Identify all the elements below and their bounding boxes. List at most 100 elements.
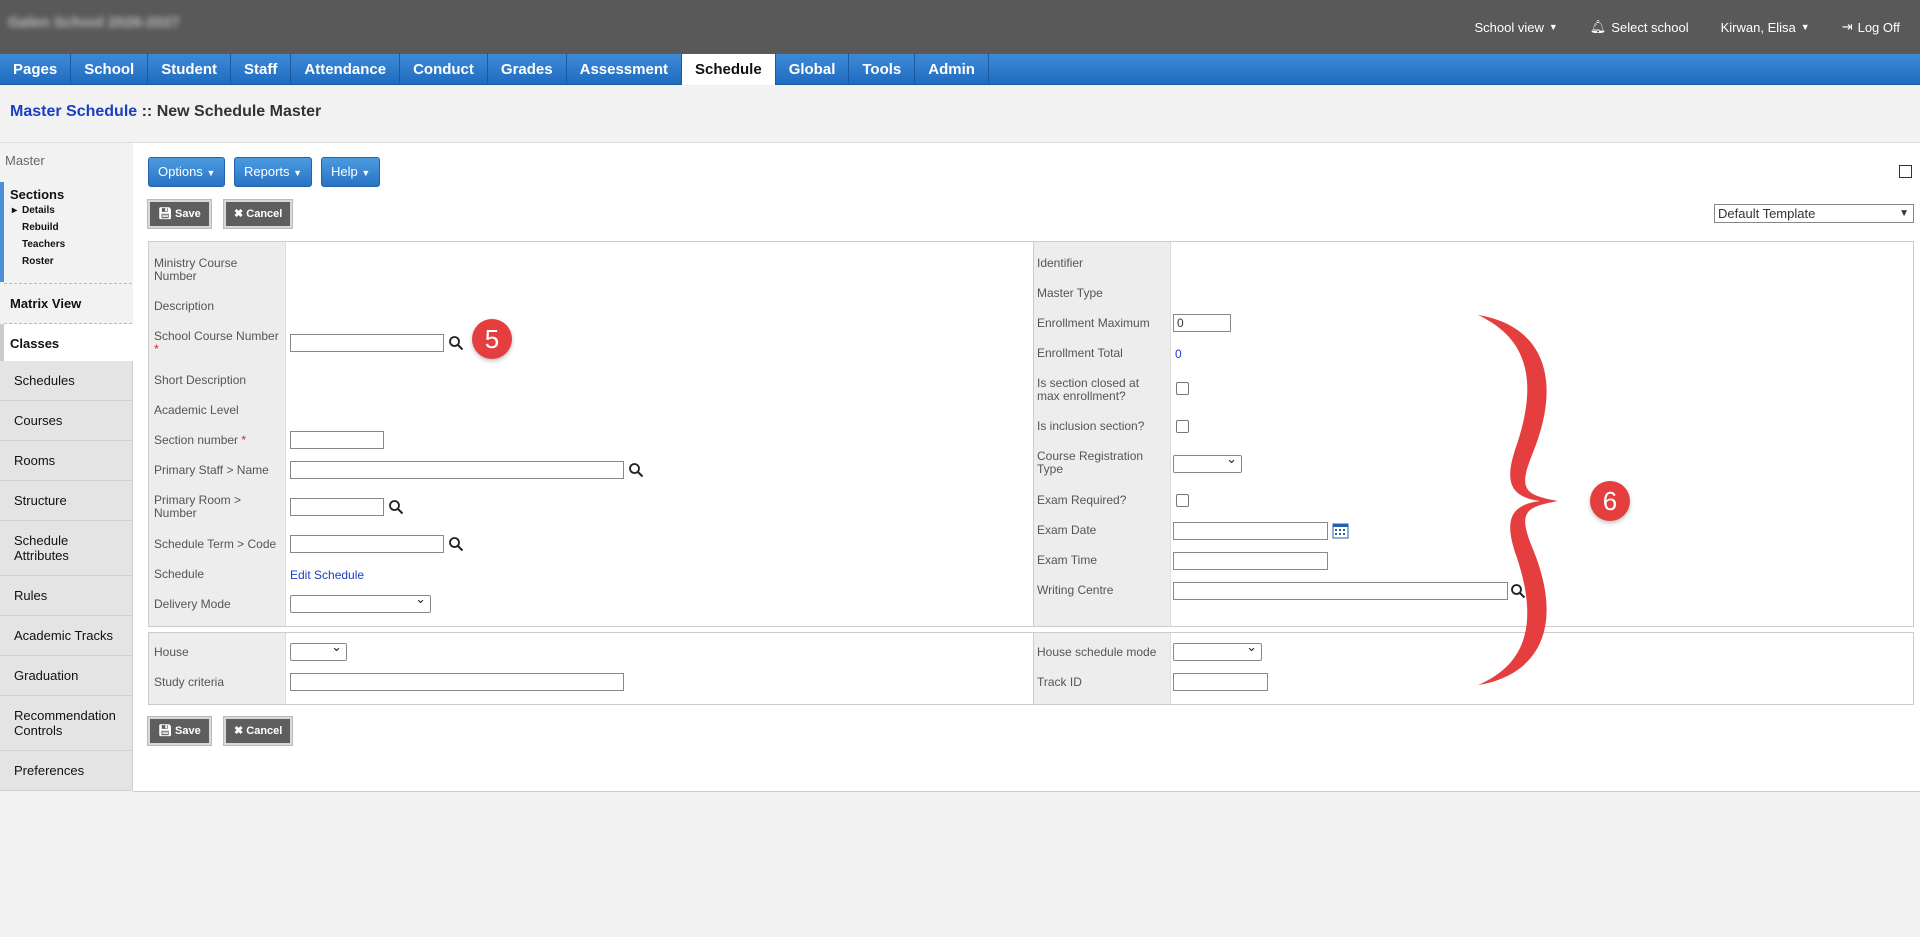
- nav-schedule[interactable]: Schedule: [682, 54, 776, 85]
- sidebar-item-teachers[interactable]: Teachers: [22, 236, 133, 253]
- sidebar-item-rooms[interactable]: Rooms: [0, 441, 133, 481]
- label-writing-centre: Writing Centre: [1037, 583, 1114, 597]
- nav-attendance[interactable]: Attendance: [291, 54, 401, 85]
- label-house-schedule-mode: House schedule mode: [1037, 645, 1157, 659]
- breadcrumb-bar: Master Schedule :: New Schedule Master: [0, 85, 1920, 143]
- sidebar-classes-label: Classes: [10, 336, 60, 351]
- school-course-number-text: School Course Number: [154, 329, 279, 343]
- sidebar-item-schedules[interactable]: Schedules: [0, 361, 133, 401]
- school-name: Galen School 2026-2027: [8, 14, 180, 31]
- sidebar-item-graduation[interactable]: Graduation: [0, 656, 133, 696]
- section-closed-checkbox[interactable]: [1176, 382, 1189, 395]
- sidebar-item-rebuild[interactable]: Rebuild: [22, 219, 133, 236]
- section-number-text: Section number: [154, 433, 239, 447]
- edit-schedule-link[interactable]: Edit Schedule: [290, 568, 364, 582]
- select-school-button[interactable]: 🔔︎ Select school: [1590, 19, 1689, 35]
- nav-student[interactable]: Student: [148, 54, 232, 85]
- house-select[interactable]: [290, 639, 347, 661]
- options-label: Options: [158, 164, 203, 179]
- user-menu[interactable]: Kirwan, Elisa ▼: [1721, 19, 1810, 35]
- sidebar-classes-tab[interactable]: Classes: [0, 324, 133, 361]
- label-schedule: Schedule: [154, 567, 205, 581]
- close-icon: ✖: [234, 208, 244, 220]
- exam-time-input[interactable]: [1173, 552, 1328, 570]
- course-registration-type-select[interactable]: [1173, 451, 1242, 473]
- label-academic-level: Academic Level: [154, 403, 239, 417]
- enrollment-maximum-input[interactable]: 0: [1173, 314, 1231, 332]
- save-button[interactable]: 💾︎ Save: [148, 200, 211, 228]
- save-button-bottom[interactable]: 💾︎ Save: [148, 717, 211, 745]
- primary-room-input[interactable]: [290, 498, 384, 516]
- label-exam-required: Exam Required?: [1037, 493, 1127, 507]
- sidebar-item-structure[interactable]: Structure: [0, 481, 133, 521]
- main-content: Options ▼ Reports ▼ Help ▼ 💾︎ Save ✖ Can…: [133, 143, 1920, 792]
- template-select[interactable]: Default Template ▼: [1714, 204, 1914, 223]
- writing-centre-input[interactable]: [1173, 582, 1508, 600]
- sidebar-sections-title[interactable]: Sections: [10, 187, 133, 202]
- school-course-number-input[interactable]: [290, 334, 444, 352]
- sidebar-item-recommendation-controls[interactable]: Recommendation Controls: [0, 696, 133, 751]
- sidebar-matrix-view[interactable]: Matrix View: [10, 296, 81, 311]
- delivery-mode-select[interactable]: [290, 591, 431, 613]
- exam-required-checkbox[interactable]: [1176, 494, 1189, 507]
- annotation-badge-6: 6: [1590, 481, 1630, 521]
- nav-staff[interactable]: Staff: [231, 54, 292, 85]
- section-number-input[interactable]: [290, 431, 384, 449]
- breadcrumb-master-schedule-link[interactable]: Master Schedule: [10, 103, 137, 120]
- reports-button[interactable]: Reports ▼: [234, 157, 313, 187]
- sidebar-list: Schedules Courses Rooms Structure Schedu…: [0, 361, 133, 791]
- options-button[interactable]: Options ▼: [148, 157, 226, 187]
- calendar-icon[interactable]: [1332, 523, 1349, 539]
- nav-global[interactable]: Global: [776, 54, 850, 85]
- primary-staff-input[interactable]: [290, 461, 624, 479]
- nav-admin[interactable]: Admin: [915, 54, 989, 85]
- label-enrollment-maximum: Enrollment Maximum: [1037, 316, 1150, 330]
- sidebar-item-preferences[interactable]: Preferences: [0, 751, 133, 791]
- log-off-button[interactable]: ⇥ Log Off: [1842, 19, 1900, 35]
- label-enrollment-total: Enrollment Total: [1037, 346, 1123, 360]
- nav-pages[interactable]: Pages: [0, 54, 72, 85]
- label-exam-date: Exam Date: [1037, 523, 1097, 537]
- cancel-button-bottom[interactable]: ✖ Cancel: [224, 717, 293, 745]
- label-course-registration-type: Course Registration Type: [1037, 449, 1144, 476]
- nav-grades[interactable]: Grades: [488, 54, 567, 85]
- search-icon[interactable]: [388, 499, 404, 515]
- required-marker: *: [241, 433, 247, 447]
- sidebar-master-label: Master: [5, 153, 45, 168]
- nav-assessment[interactable]: Assessment: [567, 54, 682, 85]
- search-icon[interactable]: [448, 335, 464, 351]
- nav-tools[interactable]: Tools: [849, 54, 916, 85]
- chevron-down-icon: ▼: [1899, 208, 1909, 219]
- cancel-button[interactable]: ✖ Cancel: [224, 200, 293, 228]
- sidebar-item-rules[interactable]: Rules: [0, 576, 133, 616]
- page-title: New Schedule Master: [156, 103, 322, 120]
- caret-down-icon: ▼: [206, 168, 216, 178]
- label-exam-time: Exam Time: [1037, 553, 1098, 567]
- search-icon[interactable]: [448, 536, 464, 552]
- label-description: Description: [154, 299, 215, 313]
- log-off-icon: ⇥: [1841, 19, 1853, 34]
- reports-label: Reports: [244, 164, 290, 179]
- popout-icon[interactable]: [1899, 165, 1912, 178]
- sidebar-item-schedule-attributes[interactable]: Schedule Attributes: [0, 521, 133, 576]
- help-button[interactable]: Help ▼: [321, 157, 381, 187]
- house-schedule-mode-select[interactable]: [1173, 639, 1262, 661]
- school-view-menu[interactable]: School view ▼: [1474, 19, 1557, 35]
- track-id-input[interactable]: [1173, 673, 1268, 691]
- sidebar-item-academic-tracks[interactable]: Academic Tracks: [0, 616, 133, 656]
- sidebar-item-details[interactable]: Details: [12, 202, 133, 219]
- caret-down-icon: ▼: [1800, 22, 1810, 32]
- save-icon: 💾︎: [158, 208, 172, 220]
- exam-date-input[interactable]: [1173, 522, 1328, 540]
- sidebar-item-courses[interactable]: Courses: [0, 401, 133, 441]
- study-criteria-input[interactable]: [290, 673, 624, 691]
- nav-conduct[interactable]: Conduct: [400, 54, 488, 85]
- schedule-term-input[interactable]: [290, 535, 444, 553]
- school-view-label: School view: [1474, 19, 1544, 35]
- nav-school[interactable]: School: [71, 54, 149, 85]
- caret-down-icon: ▼: [293, 168, 303, 178]
- sidebar-item-roster[interactable]: Roster: [22, 253, 133, 270]
- breadcrumb: Master Schedule :: New Schedule Master: [10, 103, 321, 121]
- inclusion-checkbox[interactable]: [1176, 420, 1189, 433]
- search-icon[interactable]: [628, 462, 644, 478]
